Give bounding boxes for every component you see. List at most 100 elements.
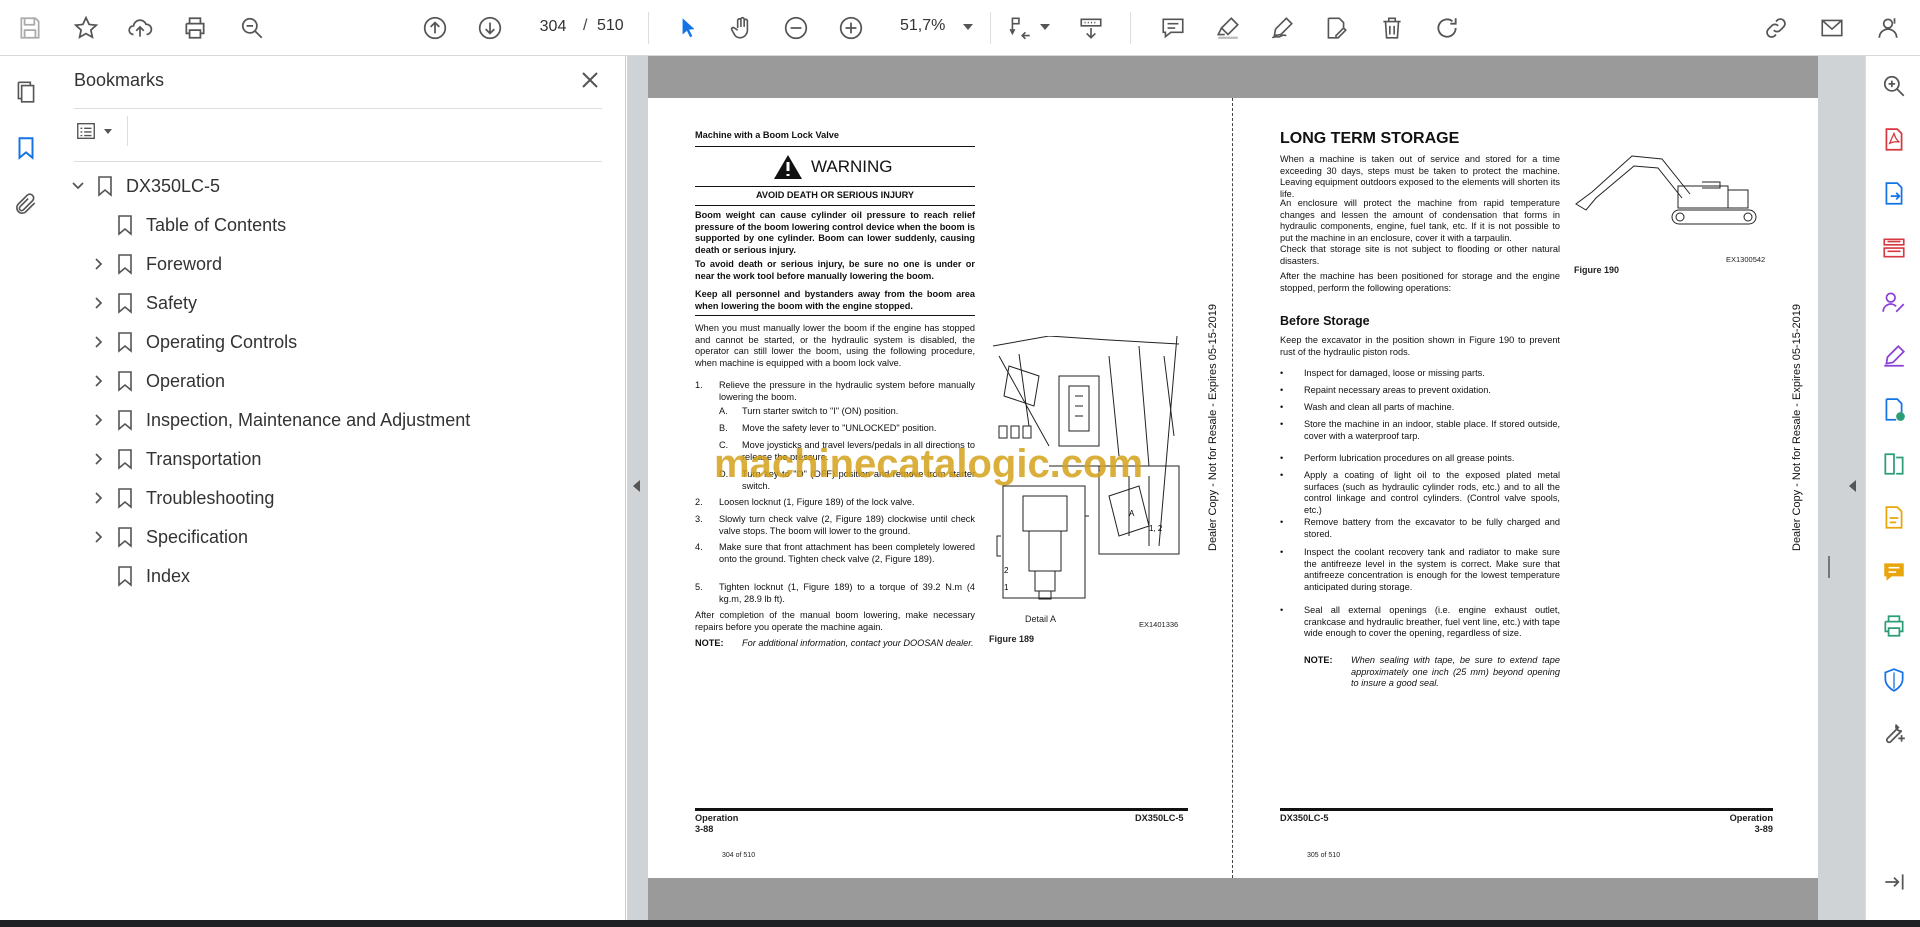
comment-icon[interactable] <box>1153 8 1193 48</box>
highlight-icon[interactable] <box>1208 8 1248 48</box>
compare-icon[interactable] <box>1878 448 1910 480</box>
chevron-right-icon[interactable] <box>90 256 106 272</box>
protect-icon[interactable] <box>1878 664 1910 696</box>
zoom-in-icon[interactable] <box>831 8 871 48</box>
bookmark-root[interactable]: DX350LC-5 <box>70 172 220 200</box>
zoom-search-icon[interactable] <box>1878 70 1910 102</box>
organize-pages-icon[interactable] <box>1878 232 1910 264</box>
zoom-level[interactable]: 51,7% <box>900 17 945 35</box>
bookmark-item[interactable]: Inspection, Maintenance and Adjustment <box>90 406 470 434</box>
email-icon[interactable] <box>1812 8 1852 48</box>
chevron-down-icon[interactable] <box>70 178 86 194</box>
bookmark-item-label: Operating Controls <box>146 331 298 352</box>
chevron-right-icon[interactable] <box>90 373 106 389</box>
storage-bullet: Seal all external openings (i.e. engine … <box>1304 605 1560 638</box>
collapse-left-icon[interactable] <box>633 480 640 492</box>
share-link-icon[interactable] <box>1756 8 1796 48</box>
expand-right-icon[interactable] <box>1849 480 1856 492</box>
bookmark-icon <box>118 293 132 314</box>
page-total: 510 <box>597 17 624 34</box>
bookmark-icon <box>118 566 132 587</box>
chevron-right-icon[interactable] <box>90 490 106 506</box>
document-view[interactable]: Machine with a Boom Lock Valve WARNING A… <box>627 56 1865 920</box>
svg-text:A: A <box>1129 509 1135 518</box>
list-options-icon <box>77 122 95 140</box>
close-icon[interactable] <box>578 68 604 94</box>
figure-189-caption: Figure 189 <box>989 634 1035 644</box>
chevron-right-icon[interactable] <box>90 529 106 545</box>
collapse-panel-icon[interactable] <box>1878 866 1910 898</box>
pages-thumbnail-icon[interactable] <box>8 74 44 110</box>
request-signature-icon[interactable] <box>1878 286 1910 318</box>
chevron-right-icon[interactable] <box>90 412 106 428</box>
bookmark-icon <box>118 410 132 431</box>
bookmark-icon <box>118 449 132 470</box>
bookmarks-panel: Bookmarks DX350LC-5 Table of Contents For… <box>52 56 626 920</box>
find-icon[interactable] <box>232 8 272 48</box>
page-up-icon[interactable] <box>415 8 455 48</box>
sign-icon[interactable] <box>1262 8 1302 48</box>
figure-190-caption: Figure 190 <box>1574 265 1620 275</box>
bookmark-item[interactable]: Safety <box>90 289 197 317</box>
bookmark-item-label: Troubleshooting <box>146 487 275 508</box>
scrollbar-thumb[interactable] <box>1828 556 1830 578</box>
storage-bullet: Remove battery from the excavator to be … <box>1304 517 1560 539</box>
delete-icon[interactable] <box>1372 8 1412 48</box>
chevron-right-icon[interactable] <box>90 334 106 350</box>
bookmark-item[interactable]: Foreword <box>90 250 222 278</box>
bookmark-item-label: Inspection, Maintenance and Adjustment <box>146 409 471 430</box>
fit-dropdown-icon[interactable] <box>1040 24 1050 30</box>
rotate-icon[interactable] <box>1427 8 1467 48</box>
storage-bullet: Perform lubrication procedures on all gr… <box>1304 453 1515 463</box>
bookmark-star-icon[interactable] <box>66 8 106 48</box>
upload-icon[interactable] <box>120 8 160 48</box>
bookmark-item[interactable]: Table of Contents <box>90 211 286 239</box>
print-icon[interactable] <box>175 8 215 48</box>
figure-189-code: EX1401336 <box>1139 620 1179 629</box>
select-pointer-icon[interactable] <box>668 8 708 48</box>
storage-bullet: Inspect the coolant recovery tank and ra… <box>1304 547 1560 592</box>
chevron-right-icon[interactable] <box>90 451 106 467</box>
storage-bullet: Wash and clean all parts of machine. <box>1304 402 1455 412</box>
bookmark-item[interactable]: Troubleshooting <box>90 484 274 512</box>
warning-title: WARNING <box>811 157 893 176</box>
bookmark-item[interactable]: Index <box>90 562 190 590</box>
scroll-mode-icon[interactable] <box>1071 8 1111 48</box>
bookmark-item[interactable]: Operating Controls <box>90 328 297 356</box>
page-number-input[interactable]: 304 <box>528 12 578 42</box>
edit-pdf-icon[interactable] <box>1878 502 1910 534</box>
send-for-review-icon[interactable] <box>1878 394 1910 426</box>
fill-sign-icon[interactable] <box>1878 340 1910 372</box>
comment-tool-icon[interactable] <box>1878 556 1910 588</box>
bookmark-item-label: Index <box>146 565 191 586</box>
attachments-icon[interactable] <box>8 186 44 222</box>
before-storage-heading: Before Storage <box>1280 314 1370 328</box>
fill-icon[interactable] <box>1316 8 1356 48</box>
taskbar-strip <box>0 920 1920 927</box>
bookmark-item[interactable]: Transportation <box>90 445 261 473</box>
bookmark-root-label: DX350LC-5 <box>126 175 221 196</box>
fit-page-icon[interactable] <box>1000 8 1040 48</box>
create-pdf-icon[interactable] <box>1878 124 1910 156</box>
bookmark-item-label: Safety <box>146 292 198 313</box>
bookmark-item[interactable]: Specification <box>90 523 248 551</box>
bookmark-icon <box>98 176 112 197</box>
bookmark-item[interactable]: Operation <box>90 367 225 395</box>
chevron-right-icon[interactable] <box>90 295 106 311</box>
bookmark-item-label: Transportation <box>146 448 262 469</box>
right-tools-rail <box>1865 56 1920 920</box>
section-heading: Machine with a Boom Lock Valve <box>695 130 839 140</box>
hand-icon[interactable] <box>722 8 762 48</box>
save-icon[interactable] <box>10 8 50 48</box>
bookmarks-panel-icon[interactable] <box>8 130 44 166</box>
zoom-dropdown-icon[interactable] <box>963 24 973 30</box>
zoom-out-icon[interactable] <box>776 8 816 48</box>
account-icon[interactable] <box>1868 8 1908 48</box>
print-production-icon[interactable] <box>1878 610 1910 642</box>
page-down-icon[interactable] <box>470 8 510 48</box>
warning-subtitle: AVOID DEATH OR SERIOUS INJURY <box>755 190 915 200</box>
export-pdf-icon[interactable] <box>1878 178 1910 210</box>
bookmark-options-button[interactable] <box>74 116 124 146</box>
svg-text:1: 1 <box>1004 583 1009 592</box>
more-tools-icon[interactable] <box>1878 718 1910 750</box>
